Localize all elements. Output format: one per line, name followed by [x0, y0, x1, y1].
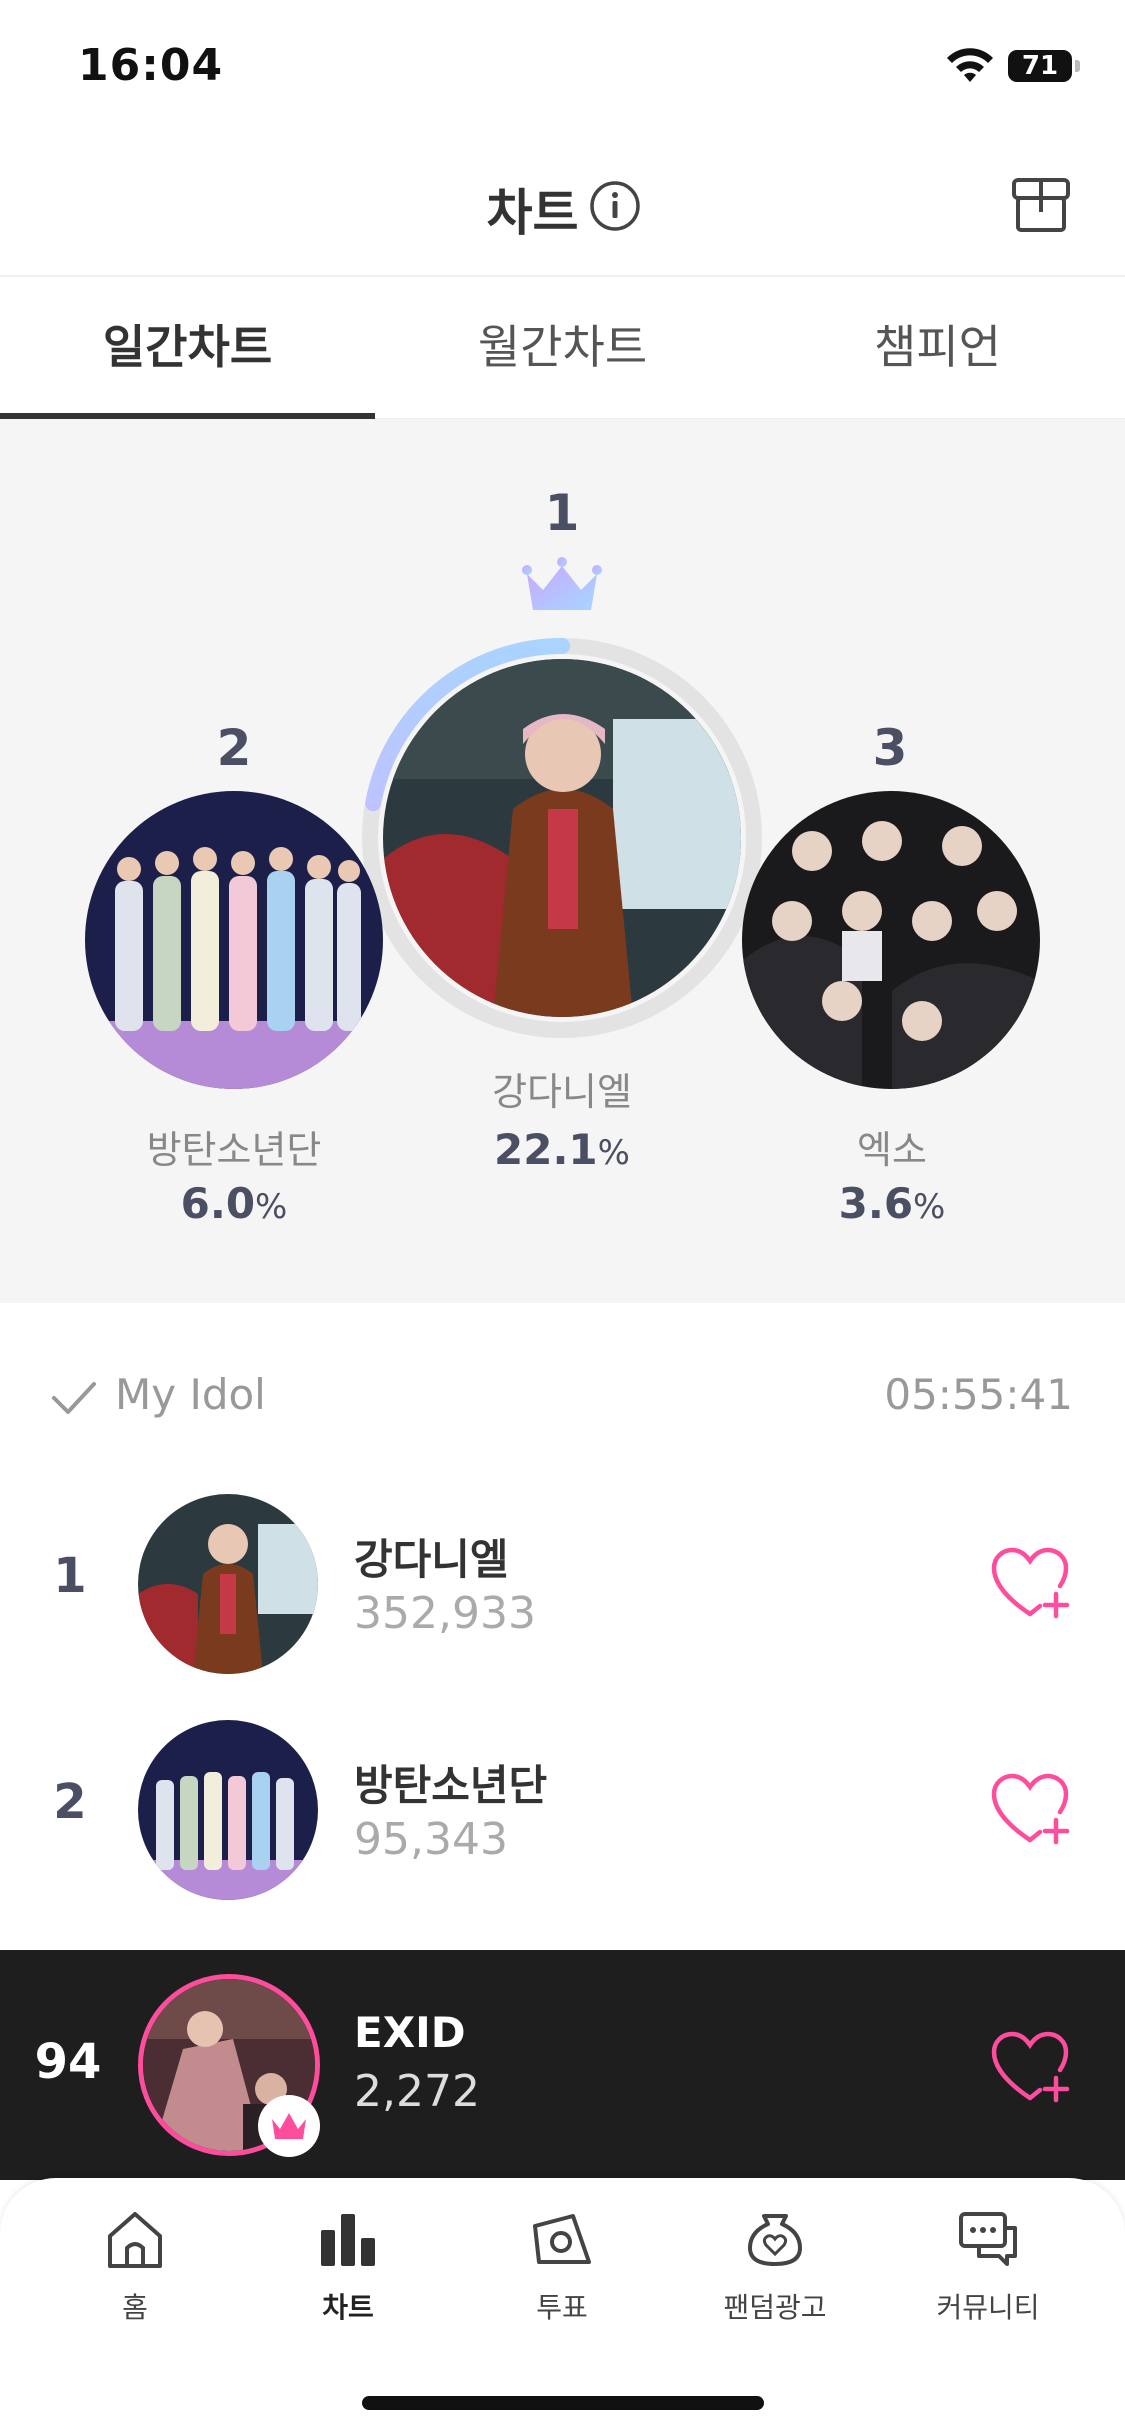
podium-avatar-3[interactable] [742, 791, 1040, 1089]
community-icon [959, 2212, 1017, 2266]
nav-label: 홈 [122, 2291, 148, 2324]
my-idol-filter[interactable]: My Idol [115, 1370, 266, 1419]
my-idol-row[interactable]: 94 EXID 2,272 [0, 1950, 1125, 2180]
nav-label: 커뮤니티 [936, 2291, 1040, 2324]
podium-name-3: 엑소 [857, 1128, 927, 1172]
row-avatar [138, 1720, 318, 1900]
tab-daily-chart[interactable]: 일간차트 [0, 277, 375, 419]
podium-avatar-1[interactable] [383, 659, 741, 1017]
status-time: 16:04 [78, 40, 224, 91]
top3-podium: 1 강다니엘 22.1% 2 방탄소년단 6.0% 3 엑소 3.6% [0, 419, 1125, 1303]
chart-tabs: 일간차트 월간차트 챔피언 [0, 277, 1125, 419]
chart-countdown: 05:55:41 [884, 1370, 1073, 1419]
podium-rank-1: 1 [544, 484, 580, 542]
idol-badge [258, 2095, 320, 2157]
tab-champion[interactable]: 챔피언 [750, 277, 1125, 419]
fandom-ad-icon [748, 2214, 802, 2266]
podium-avatar-2[interactable] [85, 791, 383, 1089]
nav-chart[interactable]: 차트 [248, 2206, 448, 2356]
list-item[interactable]: 2 방탄소년단 95,343 [0, 1696, 1125, 1922]
podium-name-2: 방탄소년단 [146, 1128, 322, 1172]
row-votes: 352,933 [354, 1588, 536, 1639]
crown-icon [522, 557, 602, 610]
nav-label: 팬덤광고 [723, 2291, 827, 2324]
nav-label: 차트 [322, 2291, 374, 2324]
check-icon[interactable] [50, 1378, 98, 1418]
vote-icon [533, 2214, 591, 2264]
row-rank: 2 [53, 1774, 87, 1830]
app-header: 차트 [0, 135, 1125, 277]
battery-tip [1075, 60, 1080, 72]
crown-badge-icon [272, 2113, 306, 2139]
tab-monthly-chart[interactable]: 월간차트 [375, 277, 750, 419]
row-name: EXID [354, 2008, 466, 2057]
nav-label: 투표 [536, 2291, 588, 2324]
podium-percent-2: 6.0% [180, 1179, 288, 1228]
nav-home[interactable]: 홈 [35, 2206, 235, 2356]
store-icon[interactable] [1008, 172, 1074, 238]
nav-community[interactable]: 커뮤니티 [888, 2206, 1088, 2356]
info-icon[interactable] [589, 180, 641, 232]
podium-rank-3: 3 [872, 719, 908, 777]
wifi-icon [947, 48, 993, 82]
podium-percent-1: 22.1% [494, 1125, 630, 1174]
row-avatar [138, 1494, 318, 1674]
list-item[interactable]: 1 강다니엘 352,933 [0, 1470, 1125, 1696]
podium-rank-2: 2 [216, 719, 252, 777]
heart-plus-icon[interactable] [990, 1546, 1070, 1622]
page-title: 차트 [486, 184, 579, 242]
chart-icon [321, 2214, 375, 2266]
row-rank: 94 [34, 2034, 102, 2090]
row-name: 방탄소년단 [354, 1761, 548, 1810]
home-icon [108, 2212, 162, 2268]
row-votes: 2,272 [354, 2066, 480, 2117]
status-bar: 16:04 71 [0, 0, 1125, 135]
row-rank: 1 [53, 1548, 87, 1604]
podium-percent-3: 3.6% [838, 1179, 946, 1228]
heart-plus-icon[interactable] [990, 1772, 1070, 1848]
list-header: My Idol 05:55:41 [0, 1303, 1125, 1483]
home-indicator [362, 2396, 764, 2410]
battery-indicator: 71 [1008, 50, 1072, 82]
row-name: 강다니엘 [354, 1535, 509, 1584]
heart-plus-icon[interactable] [990, 2030, 1070, 2106]
nav-vote[interactable]: 투표 [462, 2206, 662, 2356]
nav-fandom-ad[interactable]: 팬덤광고 [675, 2206, 875, 2356]
row-votes: 95,343 [354, 1814, 508, 1865]
podium-name-1: 강다니엘 [492, 1070, 632, 1114]
